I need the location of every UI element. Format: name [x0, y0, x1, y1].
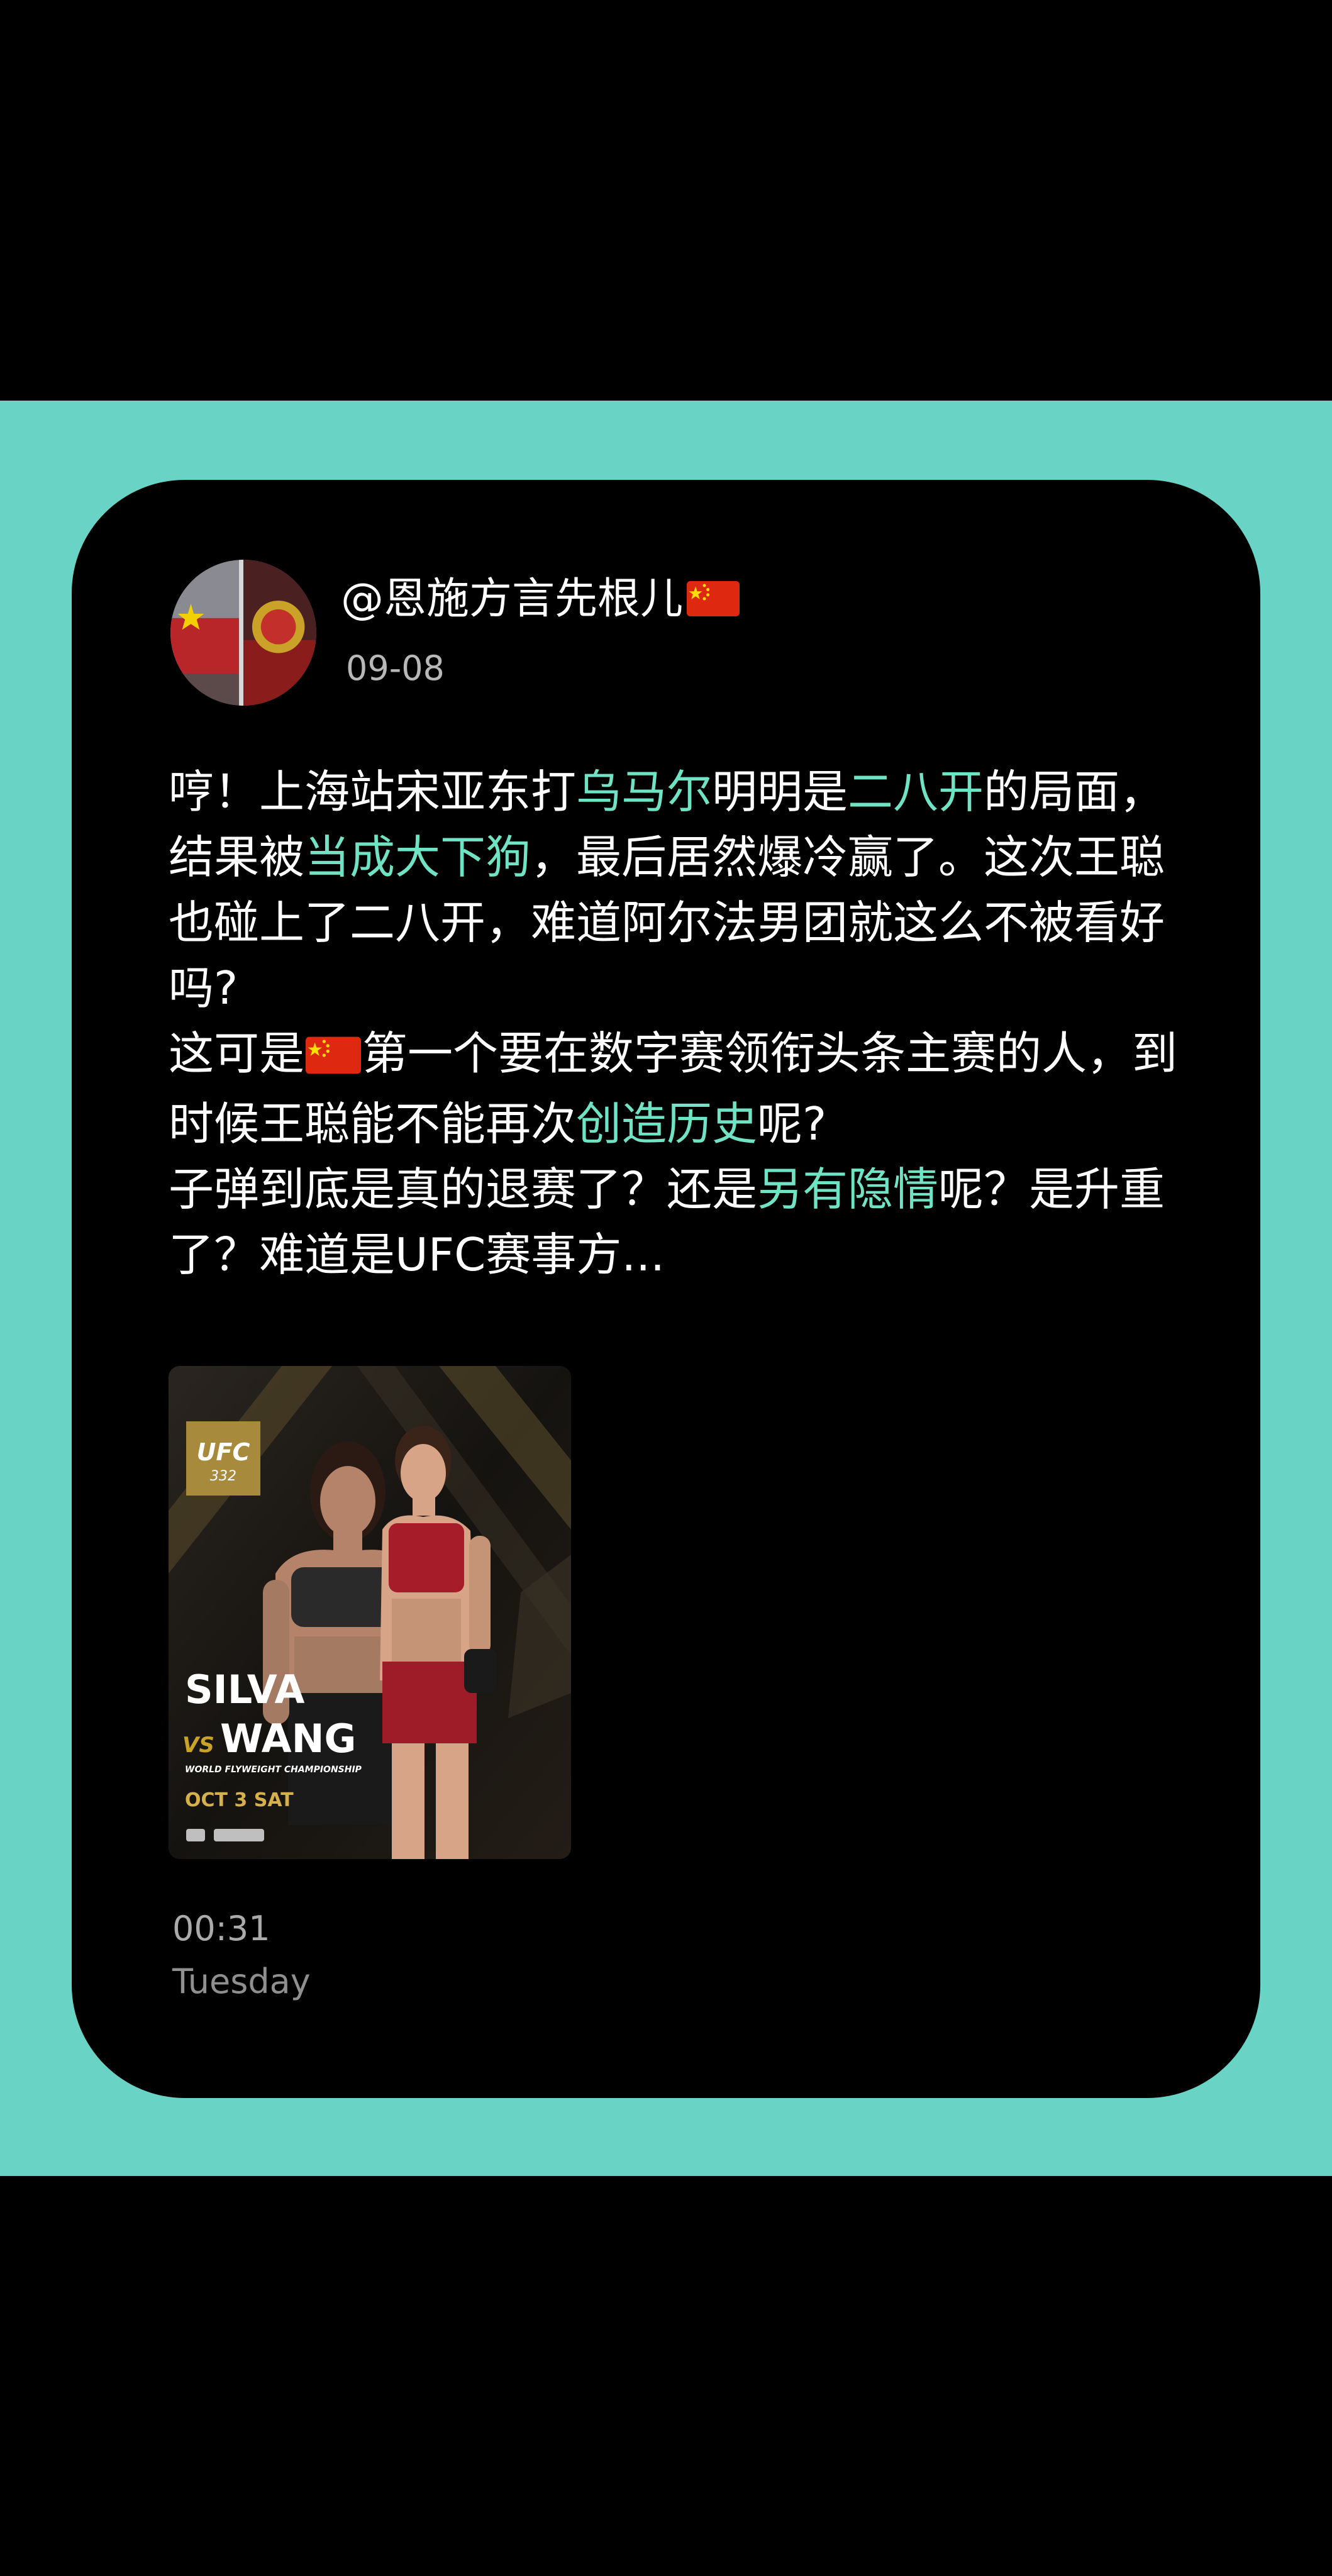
poster-brand: UFC: [197, 1438, 250, 1466]
timestamp-time: 00:31: [172, 1909, 270, 1948]
hashtag-link[interactable]: 创造历史: [576, 1097, 757, 1150]
post-date: 09-08: [346, 648, 445, 688]
avatar-image: [170, 560, 316, 706]
ufc-poster: UFC 332 SILVA VS WANG WORLD FLYWEIGHT CH…: [169, 1366, 571, 1859]
username[interactable]: @恩施方言先根儿: [341, 574, 740, 628]
poster-fighter2: WANG: [220, 1716, 356, 1762]
poster-event-number: 332: [210, 1468, 236, 1484]
post-card: @恩施方言先根儿 09-08 哼！上海站宋亚东打乌马尔明明是二八开的局面，结果被…: [72, 480, 1260, 2098]
hashtag-link[interactable]: 另有隐情: [757, 1163, 938, 1216]
post-paragraph-3: 子弹到底是真的退赛了？还是另有隐情呢？是升重了？难道是UFC赛事方...: [169, 1157, 1181, 1287]
text-segment: 呢?: [757, 1097, 827, 1150]
poster-subtitle: WORLD FLYWEIGHT CHAMPIONSHIP: [185, 1765, 362, 1775]
poster-vs: VS: [182, 1733, 214, 1758]
text-segment: 明明是: [712, 765, 848, 818]
sponsor-logos: [186, 1829, 264, 1841]
post-text: 哼！上海站宋亚东打乌马尔明明是二八开的局面，结果被当成大下狗，最后居然爆冷赢了。…: [169, 759, 1181, 1287]
avatar[interactable]: [170, 560, 316, 706]
hashtag-link[interactable]: 乌马尔: [576, 765, 712, 818]
username-text: @恩施方言先根儿: [341, 574, 684, 624]
timestamp-day: Tuesday: [172, 1962, 311, 2001]
post-paragraph-1: 哼！上海站宋亚东打乌马尔明明是二八开的局面，结果被当成大下狗，最后居然爆冷赢了。…: [169, 759, 1181, 1021]
china-flag-icon: [306, 1026, 362, 1091]
text-segment: 哼！上海站宋亚东打: [169, 765, 577, 818]
hashtag-link[interactable]: 当成大下狗: [304, 831, 531, 884]
post-image[interactable]: UFC 332 SILVA VS WANG WORLD FLYWEIGHT CH…: [169, 1366, 571, 1859]
poster-fighter1: SILVA: [185, 1667, 304, 1713]
post-paragraph-2: 这可是 第一个要在数字赛领衔头条主赛的人，到时候王聪能不能再次创造历史呢?: [169, 1021, 1181, 1157]
china-flag-icon: [687, 578, 740, 628]
poster-event-date: OCT 3 SAT: [185, 1789, 294, 1811]
hashtag-link[interactable]: 二八开: [848, 765, 984, 818]
text-segment: 子弹到底是真的退赛了？还是: [169, 1163, 758, 1216]
text-segment: 这可是: [169, 1027, 305, 1080]
